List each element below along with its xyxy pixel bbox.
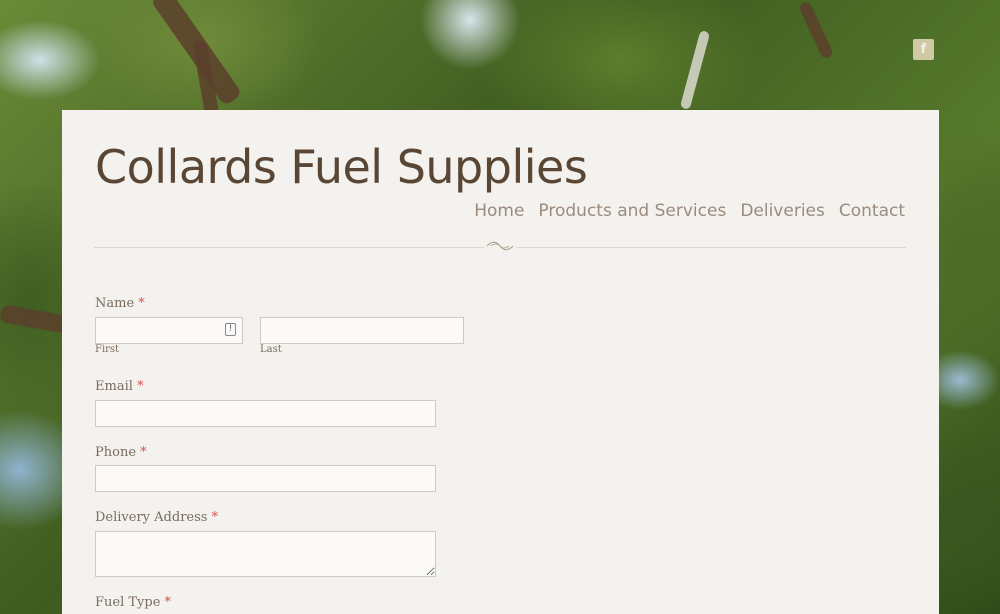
email-label: Email * bbox=[95, 379, 144, 394]
delivery-address-textarea[interactable] bbox=[95, 531, 436, 577]
background-branch bbox=[797, 0, 835, 60]
last-name-input[interactable] bbox=[260, 317, 464, 344]
nav-item-products-and-services[interactable]: Products and Services bbox=[538, 201, 726, 221]
contact-card-icon[interactable]: ! bbox=[225, 323, 236, 336]
required-marker: * bbox=[140, 445, 147, 460]
content-panel: Collards Fuel Supplies Home Products and… bbox=[62, 110, 939, 614]
phone-field[interactable] bbox=[95, 465, 436, 492]
nav-item-deliveries[interactable]: Deliveries bbox=[740, 201, 825, 221]
main-nav: Home Products and Services Deliveries Co… bbox=[474, 201, 905, 221]
required-marker: * bbox=[211, 510, 219, 525]
phone-label: Phone * bbox=[95, 445, 147, 460]
site-title[interactable]: Collards Fuel Supplies bbox=[95, 140, 588, 194]
required-marker: * bbox=[137, 379, 144, 394]
email-field[interactable] bbox=[95, 400, 436, 427]
required-marker: * bbox=[138, 296, 145, 311]
fuel-type-label: Fuel Type * bbox=[95, 595, 172, 610]
background-branch bbox=[679, 30, 711, 110]
nav-item-contact[interactable]: Contact bbox=[839, 201, 905, 221]
required-marker: * bbox=[164, 595, 172, 610]
last-sublabel: Last bbox=[260, 344, 282, 355]
name-label: Name * bbox=[95, 296, 145, 311]
first-sublabel: First bbox=[95, 344, 120, 355]
background-branch bbox=[0, 304, 72, 334]
facebook-icon[interactable]: f bbox=[913, 39, 934, 60]
delivery-address-label: Delivery Address * bbox=[95, 510, 219, 525]
first-name-input[interactable] bbox=[95, 317, 243, 344]
nav-item-home[interactable]: Home bbox=[474, 201, 524, 221]
flourish-ornament-icon bbox=[484, 240, 516, 254]
